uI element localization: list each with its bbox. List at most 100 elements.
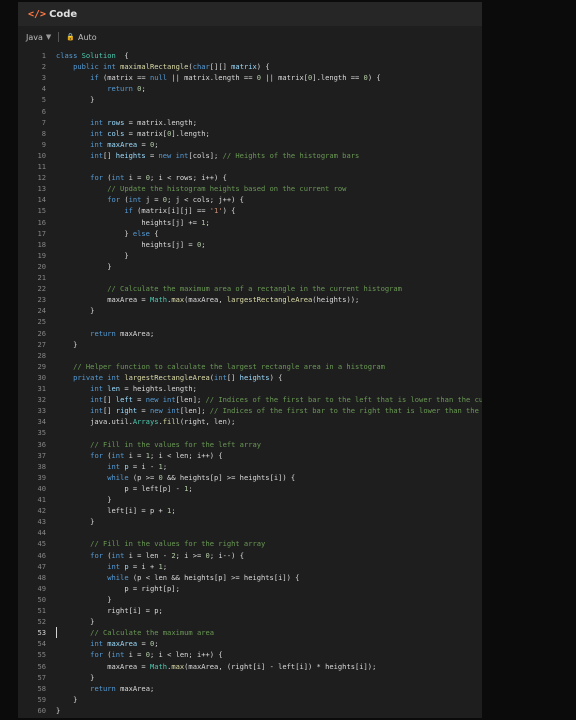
code-line: 8 int cols = matrix[0].length; xyxy=(18,128,482,139)
code-line: 13 // Update the histogram heights based… xyxy=(18,183,482,194)
line-number: 12 xyxy=(37,173,46,183)
code-token: return xyxy=(90,328,121,338)
code-line: 9 int maxArea = 0; xyxy=(18,139,482,150)
code-token: [] xyxy=(102,406,116,416)
code-token: i = xyxy=(128,650,146,660)
code-line: 55 for (int i = 0; i < len; i++) { xyxy=(18,649,482,660)
code-line: 35 xyxy=(18,427,482,438)
code-token: maxArea xyxy=(107,639,138,649)
code-token: p = right[p]; xyxy=(56,583,180,593)
line-number: 48 xyxy=(37,572,46,582)
code-text: heights[j] += 1; xyxy=(56,217,209,228)
code-token: // Indices of the first bar to the left … xyxy=(205,395,482,405)
code-token: else xyxy=(132,228,150,238)
code-line: 47 int p = i + 1; xyxy=(18,561,482,572)
code-token: [len]; xyxy=(179,406,210,416)
code-line: 53 // Calculate the maximum area xyxy=(18,627,482,638)
code-token: int xyxy=(111,450,129,460)
line-number: 10 xyxy=(37,150,46,160)
code-token: } xyxy=(56,517,95,527)
code-token: int xyxy=(111,550,129,560)
code-token: int xyxy=(214,372,227,382)
code-editor[interactable]: 1 class Solution {2 public int maximalRec… xyxy=(18,50,482,718)
code-token: ; xyxy=(154,139,159,149)
line-number: 37 xyxy=(37,450,46,460)
language-select[interactable]: Java ▼ xyxy=(26,33,51,42)
code-line: 5 } xyxy=(18,94,482,105)
code-token: for xyxy=(90,450,103,460)
code-token: ( xyxy=(102,450,112,460)
line-number: 9 xyxy=(41,139,46,149)
code-token: char xyxy=(192,62,210,72)
code-line: 37 for (int i = 1; i < len; i++) { xyxy=(18,450,482,461)
code-line: 52 } xyxy=(18,616,482,627)
code-token: ( xyxy=(102,650,112,660)
line-number: 4 xyxy=(41,84,46,94)
code-text: } xyxy=(56,705,60,716)
code-token: for xyxy=(107,195,121,205)
code-token: java.util. xyxy=(56,417,133,427)
line-number: 53 xyxy=(37,628,46,638)
line-number: 47 xyxy=(37,561,46,571)
code-text: } xyxy=(56,516,94,527)
code-text: // Fill in the values for the left array xyxy=(56,439,261,450)
code-token: public int xyxy=(73,62,121,72)
code-text: return 0; xyxy=(56,83,145,94)
line-number: 44 xyxy=(37,528,46,538)
code-token: } xyxy=(56,672,95,682)
line-number: 30 xyxy=(37,372,46,382)
toolbar-divider xyxy=(58,32,60,42)
code-token: (right, len); xyxy=(179,417,236,427)
code-token: ; i--) { xyxy=(209,550,244,560)
code-text: int[] right = new int[len]; // Indices o… xyxy=(56,405,482,416)
code-token: { xyxy=(115,51,129,60)
code-token: int xyxy=(90,406,103,416)
code-token: (heights)); xyxy=(312,295,360,305)
code-token: = i + xyxy=(128,561,159,571)
line-number: 5 xyxy=(41,95,46,105)
code-line: 29 // Helper function to calculate the l… xyxy=(18,361,482,372)
code-token: (maxArea, (right[i] - left[i]) * heights… xyxy=(184,661,377,671)
line-number: 32 xyxy=(37,395,46,405)
code-token: } xyxy=(56,306,95,316)
code-token: = xyxy=(132,395,146,405)
code-line: 31 int len = heights.length; xyxy=(18,383,482,394)
line-number: 39 xyxy=(37,472,46,482)
code-token: } xyxy=(56,250,129,260)
code-token: max xyxy=(171,295,185,305)
code-token: maxArea xyxy=(107,139,138,149)
code-token: while xyxy=(107,572,129,582)
code-text: int[] heights = new int[cols]; // Height… xyxy=(56,150,359,161)
code-token: matrix xyxy=(231,62,257,72)
auto-mode-label: Auto xyxy=(78,32,97,42)
code-token: Math xyxy=(149,295,168,305)
line-number: 50 xyxy=(37,594,46,604)
code-text: int rows = matrix.length; xyxy=(56,117,197,128)
code-token: Math xyxy=(149,661,168,671)
code-token: (matrix == xyxy=(98,73,150,83)
line-number: 25 xyxy=(37,317,46,327)
code-token: } xyxy=(56,594,112,604)
line-number: 41 xyxy=(37,495,46,504)
code-token: rows xyxy=(107,117,125,127)
code-token: = xyxy=(137,139,150,149)
line-number: 49 xyxy=(37,583,46,593)
code-line: 50 } xyxy=(18,594,482,605)
code-token: && heights[p] >= heights[i]) { xyxy=(162,472,296,482)
code-header: </> Code xyxy=(18,2,482,26)
line-number: 33 xyxy=(37,406,46,416)
code-token: right xyxy=(115,406,138,416)
code-token: ].length == xyxy=(312,73,364,83)
auto-mode-toggle[interactable]: 🔒 Auto xyxy=(66,33,96,42)
line-number: 31 xyxy=(37,384,46,393)
code-line: 19 } xyxy=(18,250,482,261)
code-text: class Solution { xyxy=(56,50,129,61)
